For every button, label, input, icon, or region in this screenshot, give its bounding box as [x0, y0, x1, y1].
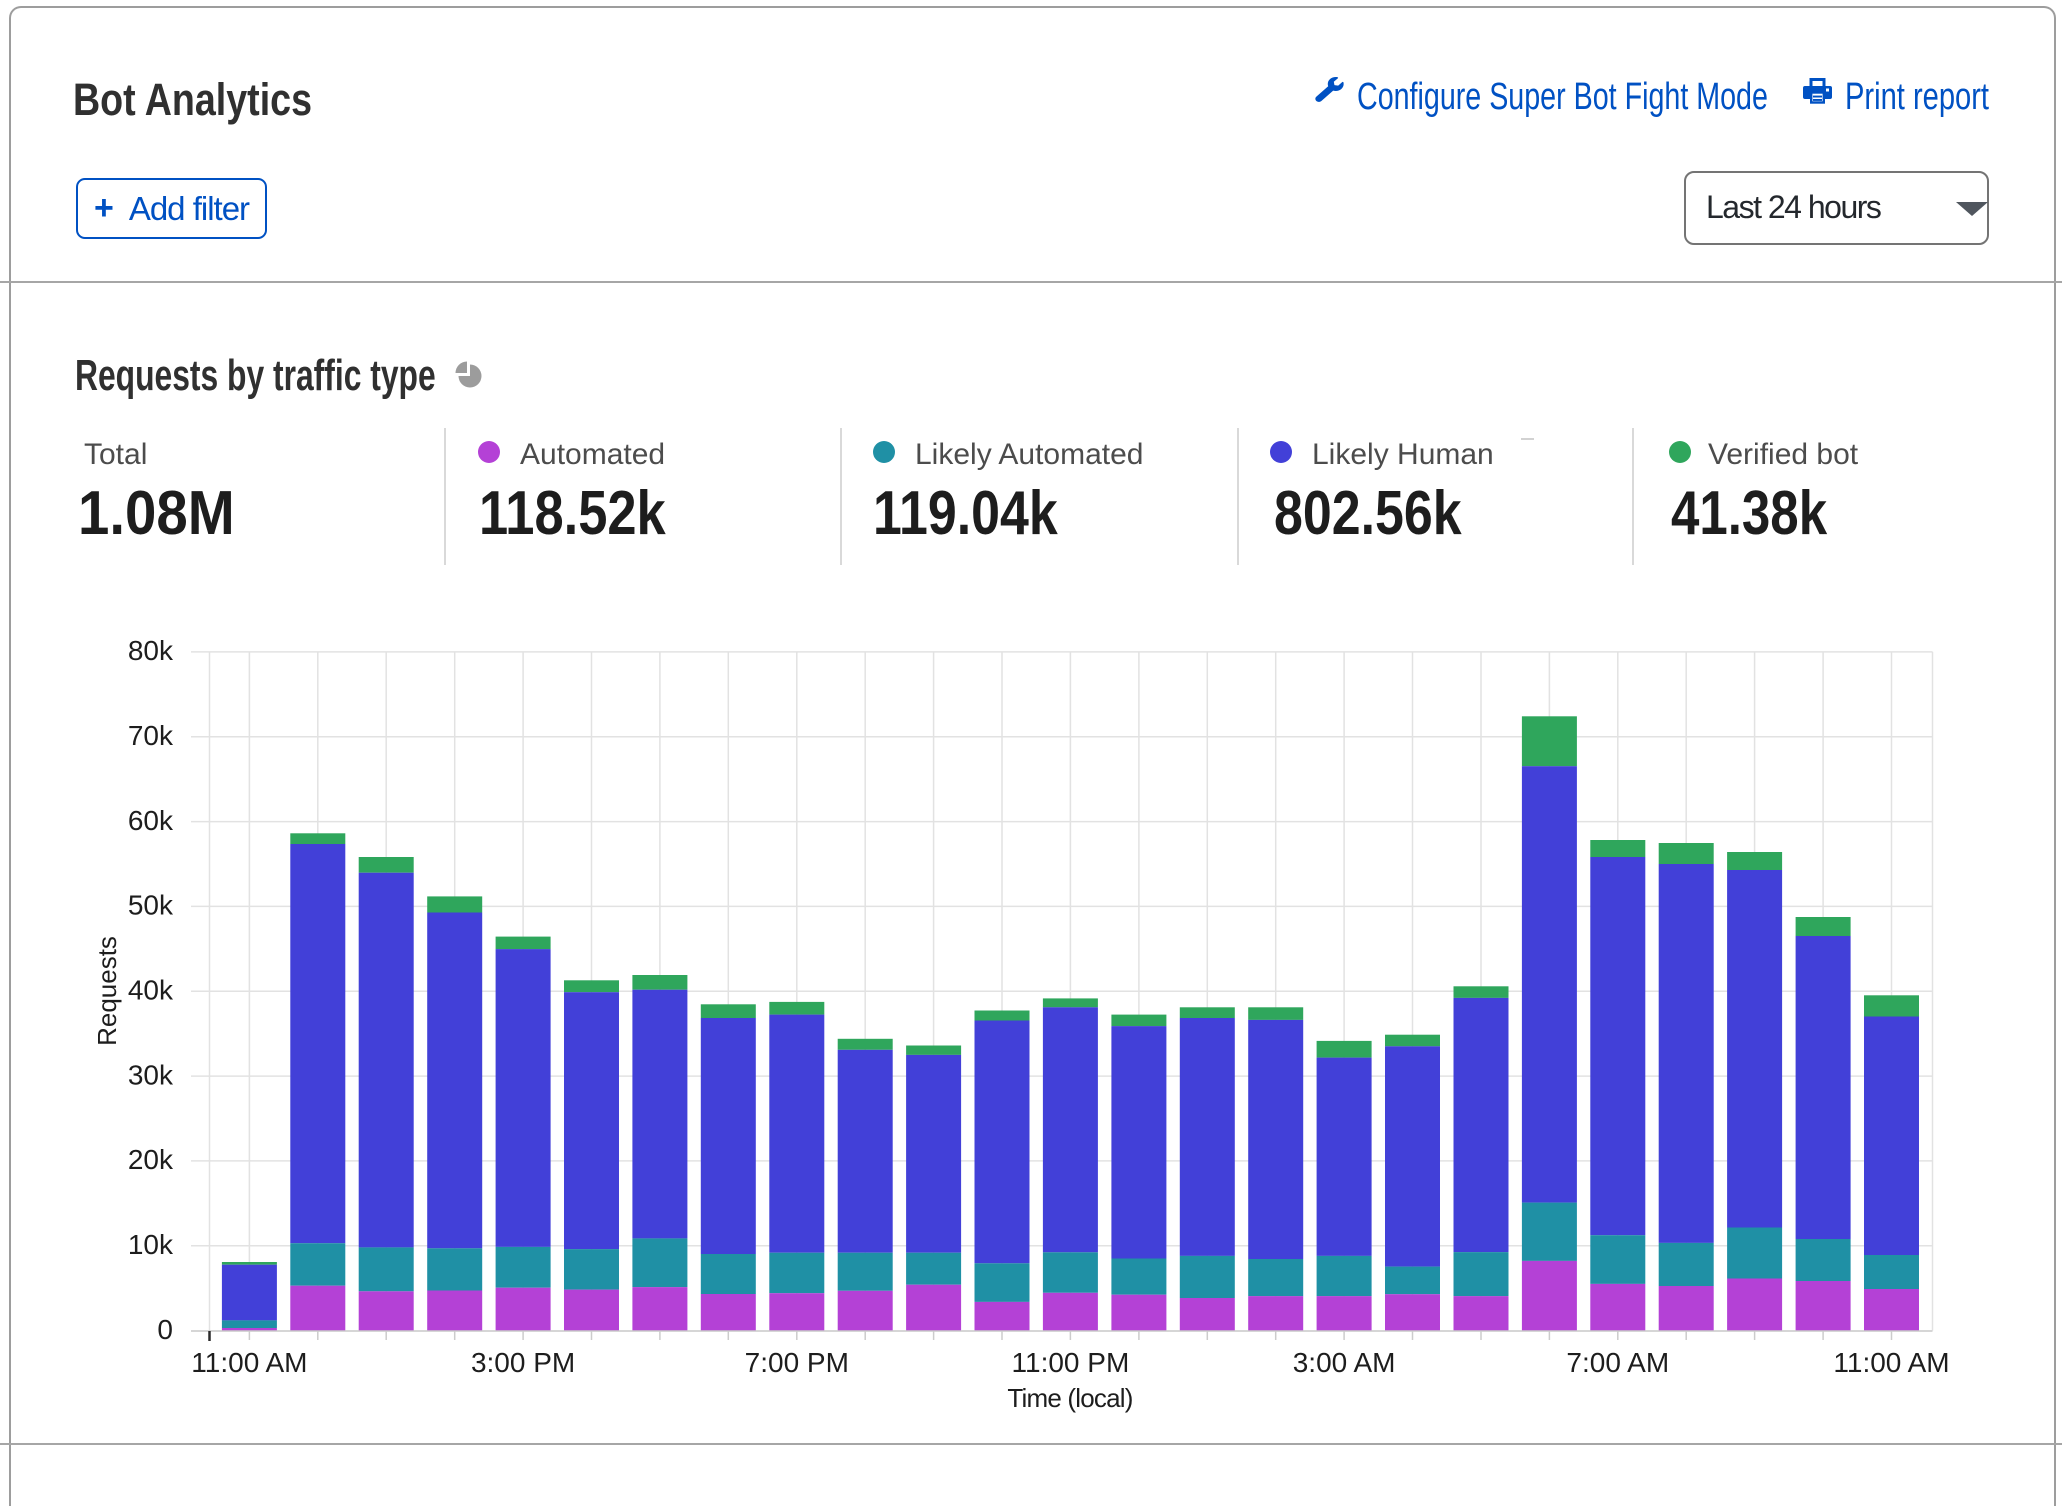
svg-text:7:00 PM: 7:00 PM	[745, 1347, 849, 1378]
svg-text:0: 0	[157, 1314, 173, 1345]
svg-text:11:00 PM: 11:00 PM	[1012, 1347, 1130, 1378]
svg-text:20k: 20k	[128, 1144, 174, 1175]
svg-text:60k: 60k	[128, 805, 174, 836]
svg-text:50k: 50k	[128, 890, 174, 921]
svg-text:10k: 10k	[128, 1229, 174, 1260]
svg-text:7:00 AM: 7:00 AM	[1566, 1347, 1669, 1378]
svg-text:3:00 AM: 3:00 AM	[1293, 1347, 1396, 1378]
svg-text:40k: 40k	[128, 975, 174, 1006]
svg-text:11:00 AM: 11:00 AM	[1833, 1347, 1949, 1378]
svg-text:70k: 70k	[128, 720, 174, 751]
svg-text:Requests: Requests	[92, 936, 122, 1046]
svg-text:Time (local): Time (local)	[1007, 1383, 1132, 1413]
svg-text:3:00 PM: 3:00 PM	[471, 1347, 575, 1378]
svg-text:11:00 AM: 11:00 AM	[191, 1347, 307, 1378]
svg-text:30k: 30k	[128, 1059, 174, 1090]
svg-text:80k: 80k	[128, 635, 174, 666]
